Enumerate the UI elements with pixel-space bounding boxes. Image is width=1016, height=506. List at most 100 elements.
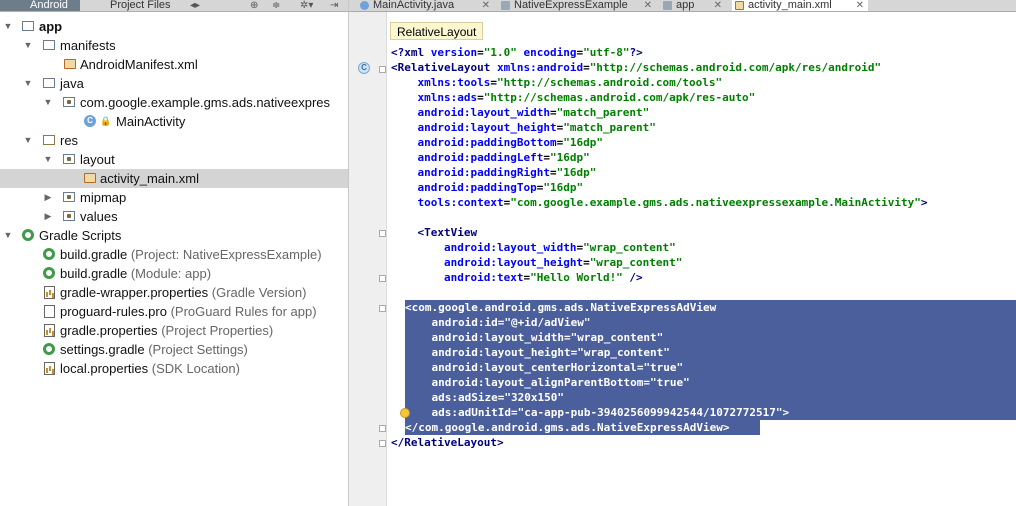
fold-marker-icon[interactable] bbox=[379, 275, 386, 282]
code-line[interactable]: android:layout_width="match_parent" bbox=[387, 105, 1016, 120]
layout-file-icon bbox=[84, 173, 96, 183]
tree-item-java[interactable]: ▼ java bbox=[0, 74, 348, 93]
code-line[interactable]: android:layout_height="wrap_content" bbox=[405, 345, 1016, 360]
tree-item-main-activity[interactable]: C 🔒 MainActivity bbox=[0, 112, 348, 131]
tree-item-local-properties[interactable]: local.properties (SDK Location) bbox=[0, 359, 348, 378]
folder-icon bbox=[63, 192, 75, 202]
sync-target-icon[interactable]: ⊕ bbox=[250, 0, 258, 11]
gradle-icon bbox=[43, 267, 55, 279]
expand-arrow-icon[interactable]: ▼ bbox=[3, 226, 13, 245]
tab-activity-main-xml[interactable]: activity_main.xml ✕ bbox=[732, 0, 868, 11]
folder-icon bbox=[63, 211, 75, 221]
code-line[interactable]: </RelativeLayout> bbox=[387, 435, 1016, 450]
properties-file-icon bbox=[44, 286, 55, 299]
collapse-arrow-icon[interactable]: ▶ bbox=[43, 207, 53, 226]
code-line[interactable]: android:paddingRight="16dp" bbox=[387, 165, 1016, 180]
intention-bulb-icon[interactable] bbox=[400, 408, 410, 418]
code-line[interactable]: tools:context="com.google.example.gms.ad… bbox=[387, 195, 1016, 210]
code-line[interactable]: <RelativeLayout xmlns:android="http://sc… bbox=[387, 60, 1016, 75]
hide-icon[interactable]: ⇥ bbox=[330, 0, 338, 11]
code-line[interactable]: </com.google.android.gms.ads.NativeExpre… bbox=[405, 420, 760, 435]
gradle-icon bbox=[22, 229, 34, 241]
tree-item-layout[interactable]: ▼ layout bbox=[0, 150, 348, 169]
expand-arrow-icon[interactable]: ▼ bbox=[23, 74, 33, 93]
collapse-icon[interactable]: ≑ bbox=[272, 0, 280, 11]
tree-item-activity-main-xml[interactable]: activity_main.xml bbox=[0, 169, 348, 188]
tree-item-values[interactable]: ▶ values bbox=[0, 207, 348, 226]
code-line[interactable]: android:layout_centerHorizontal="true" bbox=[405, 360, 1016, 375]
expand-arrow-icon[interactable]: ▼ bbox=[23, 131, 33, 150]
collapse-arrow-icon[interactable]: ▶ bbox=[43, 188, 53, 207]
code-line[interactable]: <com.google.android.gms.ads.NativeExpres… bbox=[405, 300, 1016, 315]
editor-panel: MainActivity.java ✕ NativeExpressExample… bbox=[349, 0, 1016, 506]
tab-native-express-example[interactable]: NativeExpressExample ✕ bbox=[498, 0, 656, 11]
code-line[interactable]: xmlns:tools="http://schemas.android.com/… bbox=[387, 75, 1016, 90]
tree-item-app[interactable]: ▼ app bbox=[0, 17, 348, 36]
tree-item-build-gradle-module[interactable]: build.gradle (Module: app) bbox=[0, 264, 348, 283]
tab-app[interactable]: app ✕ bbox=[660, 0, 726, 11]
code-line[interactable]: android:layout_width="wrap_content" bbox=[405, 330, 1016, 345]
code-line[interactable]: android:paddingLeft="16dp" bbox=[387, 150, 1016, 165]
tab-project-files[interactable]: Project Files bbox=[92, 0, 171, 11]
scroll-arrows-icon[interactable]: ◂▸ bbox=[190, 0, 200, 11]
tree-item-gradle-wrapper-properties[interactable]: gradle-wrapper.properties (Gradle Versio… bbox=[0, 283, 348, 302]
tree-item-package[interactable]: ▼ com.google.example.gms.ads.nativeexpre… bbox=[0, 93, 348, 112]
gradle-icon bbox=[43, 343, 55, 355]
fold-marker-icon[interactable] bbox=[379, 425, 386, 432]
code-line[interactable]: android:layout_alignParentBottom="true" bbox=[405, 375, 1016, 390]
gear-icon[interactable]: ✲▾ bbox=[300, 0, 313, 11]
tree-item-settings-gradle[interactable]: settings.gradle (Project Settings) bbox=[0, 340, 348, 359]
tree-item-mipmap[interactable]: ▶ mipmap bbox=[0, 188, 348, 207]
code-line[interactable]: android:layout_height="wrap_content" bbox=[387, 255, 1016, 270]
code-line[interactable]: android:paddingBottom="16dp" bbox=[387, 135, 1016, 150]
resource-folder-icon bbox=[43, 135, 55, 145]
code-line[interactable]: ads:adUnitId="ca-app-pub-394025609994254… bbox=[405, 405, 1016, 420]
tree-item-label: java bbox=[60, 76, 84, 91]
code-line[interactable]: ads:adSize="320x150" bbox=[405, 390, 1016, 405]
close-icon[interactable]: ✕ bbox=[856, 0, 864, 11]
fold-marker-icon[interactable] bbox=[379, 305, 386, 312]
code-line[interactable]: <TextView bbox=[387, 225, 1016, 240]
editor-gutter[interactable]: C bbox=[349, 12, 387, 506]
context-class-icon[interactable]: C bbox=[358, 62, 370, 74]
tab-label: MainActivity.java bbox=[373, 0, 455, 11]
tree-item-gradle-properties[interactable]: gradle.properties (Project Properties) bbox=[0, 321, 348, 340]
close-icon[interactable]: ✕ bbox=[714, 0, 722, 11]
tab-label: NativeExpressExample bbox=[514, 0, 628, 11]
tree-item-build-gradle-project[interactable]: build.gradle (Project: NativeExpressExam… bbox=[0, 245, 348, 264]
tree-item-label: local.properties (SDK Location) bbox=[60, 361, 240, 376]
tab-android[interactable]: Android bbox=[0, 0, 80, 11]
tree-item-gradle-scripts[interactable]: ▼ Gradle Scripts bbox=[0, 226, 348, 245]
expand-arrow-icon[interactable]: ▼ bbox=[23, 36, 33, 55]
code-line[interactable]: android:layout_height="match_parent" bbox=[387, 120, 1016, 135]
tree-item-label: com.google.example.gms.ads.nativeexpres bbox=[80, 95, 331, 110]
close-icon[interactable]: ✕ bbox=[482, 0, 490, 11]
tab-main-activity-java[interactable]: MainActivity.java ✕ bbox=[357, 0, 494, 11]
expand-arrow-icon[interactable]: ▼ bbox=[43, 93, 53, 112]
tree-item-label: res bbox=[60, 133, 79, 148]
code-line[interactable]: android:paddingTop="16dp" bbox=[387, 180, 1016, 195]
tree-item-res[interactable]: ▼ res bbox=[0, 131, 348, 150]
tree-item-label: Gradle Scripts bbox=[39, 228, 122, 243]
expand-arrow-icon[interactable]: ▼ bbox=[43, 150, 53, 169]
code-line[interactable] bbox=[387, 210, 1016, 225]
fold-marker-icon[interactable] bbox=[379, 66, 386, 73]
code-line[interactable]: <?xml version="1.0" encoding="utf-8"?> bbox=[387, 45, 1016, 60]
code-line[interactable]: android:text="Hello World!" /> bbox=[387, 270, 1016, 285]
tree-item-android-manifest[interactable]: AndroidManifest.xml bbox=[0, 55, 348, 74]
code-line[interactable]: android:layout_width="wrap_content" bbox=[387, 240, 1016, 255]
lock-icon: 🔒 bbox=[100, 116, 112, 126]
code-line[interactable] bbox=[387, 285, 1016, 300]
folder-icon bbox=[43, 40, 55, 50]
fold-marker-icon[interactable] bbox=[379, 230, 386, 237]
code-line[interactable]: android:id="@+id/adView" bbox=[405, 315, 1016, 330]
tree-item-label: manifests bbox=[60, 38, 116, 53]
code-line[interactable]: xmlns:ads="http://schemas.android.com/ap… bbox=[387, 90, 1016, 105]
code-editor[interactable]: <?xml version="1.0" encoding="utf-8"?> <R… bbox=[387, 12, 1016, 506]
tree-item-proguard-rules[interactable]: proguard-rules.pro (ProGuard Rules for a… bbox=[0, 302, 348, 321]
fold-marker-icon[interactable] bbox=[379, 440, 386, 447]
close-icon[interactable]: ✕ bbox=[644, 0, 652, 11]
tree-item-manifests[interactable]: ▼ manifests bbox=[0, 36, 348, 55]
expand-arrow-icon[interactable]: ▼ bbox=[3, 17, 13, 36]
tree-item-label: gradle.properties (Project Properties) bbox=[60, 323, 274, 338]
